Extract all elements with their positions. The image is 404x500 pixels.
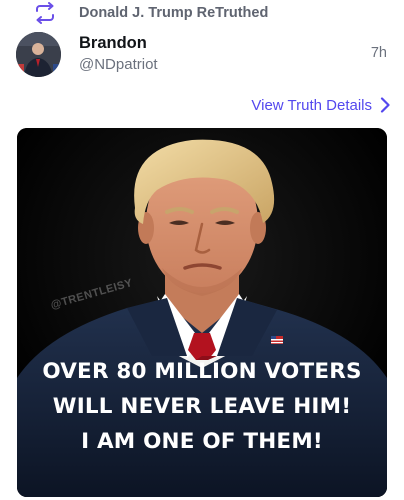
caption-line: OVER 80 MILLION VOTERS xyxy=(42,359,362,384)
avatar[interactable] xyxy=(16,32,61,77)
image-caption: OVER 80 MILLION VOTERS WILL NEVER LEAVE … xyxy=(17,354,387,459)
post-timestamp: 7h xyxy=(370,45,387,61)
retruth-label[interactable]: Donald J. Trump ReTruthed xyxy=(79,5,268,21)
view-truth-details-link[interactable]: View Truth Details xyxy=(251,94,390,116)
view-truth-details-label: View Truth Details xyxy=(251,96,372,114)
caption-line: WILL NEVER LEAVE HIM! xyxy=(52,394,352,419)
caption-line: I AM ONE OF THEM! xyxy=(81,429,323,454)
retruth-header: Donald J. Trump ReTruthed xyxy=(0,0,404,28)
user-handle[interactable]: @NDpatriot xyxy=(79,56,158,73)
retruth-icon xyxy=(36,2,54,24)
chevron-right-icon xyxy=(380,97,390,113)
post-image[interactable]: @TRENTLEISY OVER 80 MILLION VOTERS WILL … xyxy=(17,128,387,497)
post-header: Brandon @NDpatriot 7h xyxy=(0,28,404,84)
display-name[interactable]: Brandon xyxy=(79,34,147,53)
avatar-image xyxy=(16,32,61,77)
